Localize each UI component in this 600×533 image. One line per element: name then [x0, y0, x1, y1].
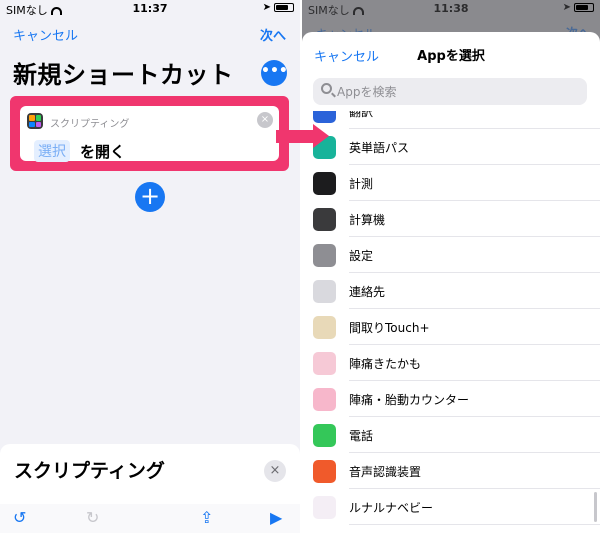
contacts-icon: [313, 280, 336, 303]
app-label: 翻訳: [349, 111, 374, 119]
open-app-action-card[interactable]: スクリプティング × 選択 を開く: [10, 96, 289, 171]
arrow-annotation: [276, 130, 316, 143]
search-bar[interactable]: [313, 78, 587, 105]
search-input[interactable]: [337, 78, 577, 105]
phone-icon: [313, 424, 336, 447]
add-action-button[interactable]: +: [135, 182, 165, 212]
calculator-icon: [313, 208, 336, 231]
search-icon: [321, 83, 332, 94]
action-text: を開く: [80, 143, 126, 161]
app-label: 連絡先: [349, 285, 386, 299]
settings-icon: [313, 244, 336, 267]
app-label: 電話: [349, 429, 374, 443]
app-label: 設定: [349, 249, 374, 263]
status-bar: SIMなし 11:38 ➤: [302, 0, 600, 18]
redo-icon[interactable]: ↻: [86, 508, 99, 527]
close-icon[interactable]: ×: [257, 112, 273, 128]
app-label: 計算機: [349, 213, 386, 227]
sheet-close-button[interactable]: ×: [264, 460, 286, 482]
status-time: 11:38: [433, 2, 469, 15]
right-screen: SIMなし 11:38 ➤ キャンセル 次へ キャンセル Appを選択 翻訳英単…: [302, 0, 600, 533]
action-category-label: スクリプティング: [50, 119, 130, 130]
app-row[interactable]: 陣痛・胎動カウンター: [302, 381, 600, 417]
arrow-head-annotation: [313, 124, 329, 148]
status-time: 11:37: [132, 2, 168, 15]
app-row[interactable]: 計算機: [302, 201, 600, 237]
app-label: 英単語パス: [349, 141, 410, 155]
app-row[interactable]: 計測: [302, 165, 600, 201]
location-icon: ➤: [562, 2, 571, 13]
app-row[interactable]: 翻訳: [302, 111, 600, 129]
status-bar: SIMなし 11:37 ➤: [0, 0, 300, 18]
app-label: 間取りTouch+: [349, 321, 430, 335]
share-icon[interactable]: ⇪: [200, 508, 213, 527]
app-row[interactable]: 間取りTouch+: [302, 309, 600, 345]
app-label: 音声認識装置: [349, 465, 422, 479]
jintsu-kitakamo-icon: [313, 352, 336, 375]
action-sheet: スクリプティング ×: [0, 444, 300, 504]
sheet-title: スクリプティング: [14, 460, 165, 482]
left-screen: SIMなし 11:37 ➤ キャンセル 次へ 新規ショートカット ••• スクリ…: [0, 0, 300, 533]
scripting-icon: [27, 113, 43, 129]
jintsu-counter-icon: [313, 388, 336, 411]
lunaluna-baby-icon: [313, 496, 336, 519]
battery-icon: [274, 2, 294, 12]
app-label: ルナルナベビー: [349, 501, 434, 515]
madori-icon: [313, 316, 336, 339]
choose-app-sheet: キャンセル Appを選択 翻訳英単語パス計測計算機設定連絡先間取りTouch+陣…: [302, 32, 600, 533]
row-separator: [349, 524, 600, 525]
app-row[interactable]: 英単語パス: [302, 129, 600, 165]
translate-icon: [313, 111, 336, 123]
app-label: 計測: [349, 177, 374, 191]
battery-icon: [574, 2, 594, 12]
app-label: 陣痛・胎動カウンター: [349, 393, 470, 407]
undo-icon[interactable]: ↺: [13, 508, 26, 527]
app-row[interactable]: 陣痛きたかも: [302, 345, 600, 381]
play-icon[interactable]: ▶: [270, 508, 282, 527]
next-button[interactable]: 次へ: [260, 25, 286, 44]
scrollbar[interactable]: [594, 492, 597, 522]
more-options-button[interactable]: •••: [261, 60, 288, 86]
choose-app-token[interactable]: 選択: [34, 140, 70, 162]
measure-icon: [313, 172, 336, 195]
sheet-title: Appを選択: [417, 49, 485, 64]
app-row[interactable]: 連絡先: [302, 273, 600, 309]
app-row[interactable]: 設定: [302, 237, 600, 273]
cancel-button[interactable]: キャンセル: [13, 25, 78, 44]
location-icon: ➤: [262, 2, 271, 13]
page-title: 新規ショートカット: [13, 61, 234, 89]
app-row[interactable]: 電話: [302, 417, 600, 453]
app-label: 陣痛きたかも: [349, 357, 422, 371]
app-list: 翻訳英単語パス計測計算機設定連絡先間取りTouch+ 陣痛きたかも陣痛・胎動カウン…: [302, 111, 600, 533]
app-row[interactable]: 音声認識装置: [302, 453, 600, 489]
app-row[interactable]: ルナルナベビー: [302, 489, 600, 525]
bottom-toolbar: ↺ ↻ ⇪ ▶: [0, 504, 300, 533]
voice-recognition-icon: [313, 460, 336, 483]
